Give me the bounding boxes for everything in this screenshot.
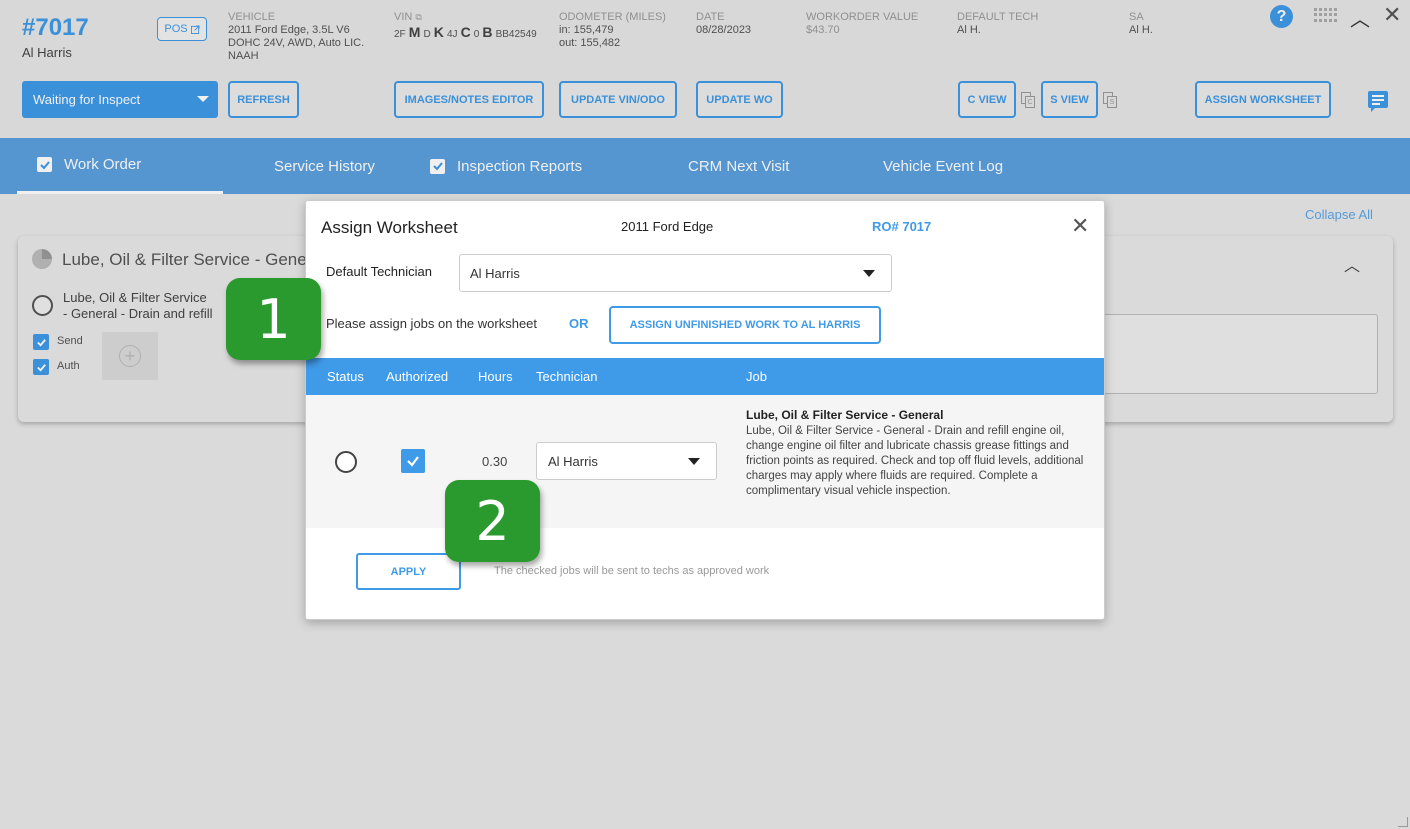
resize-grip-icon[interactable] bbox=[1398, 817, 1408, 827]
worksheet-table-header: Status Authorized Hours Technician Job bbox=[306, 358, 1104, 395]
job-title: Lube, Oil & Filter Service - General bbox=[746, 408, 944, 422]
column-header-technician: Technician bbox=[536, 369, 598, 384]
modal-vehicle: 2011 Ford Edge bbox=[621, 219, 714, 234]
authorized-checkbox[interactable] bbox=[401, 449, 425, 473]
column-header-status: Status bbox=[327, 369, 364, 384]
assign-unfinished-button[interactable]: ASSIGN UNFINISHED WORK TO AL HARRIS bbox=[609, 306, 881, 344]
status-radio[interactable] bbox=[335, 451, 357, 473]
job-description: Lube, Oil & Filter Service - General - D… bbox=[746, 425, 1084, 497]
default-technician-select[interactable]: Al Harris bbox=[459, 254, 892, 292]
technician-select[interactable]: Al Harris bbox=[536, 442, 717, 480]
default-technician-label: Default Technician bbox=[326, 264, 432, 279]
technician-value: Al Harris bbox=[548, 453, 598, 469]
close-icon[interactable]: ✕ bbox=[1071, 213, 1089, 239]
apply-note: The checked jobs will be sent to techs a… bbox=[494, 565, 770, 577]
modal-title: Assign Worksheet bbox=[321, 218, 458, 237]
column-header-job: Job bbox=[746, 369, 767, 384]
column-header-hours: Hours bbox=[478, 369, 513, 384]
chevron-down-icon bbox=[688, 458, 700, 465]
assign-worksheet-modal: Assign Worksheet 2011 Ford Edge RO# 7017… bbox=[305, 200, 1105, 620]
modal-ro-number[interactable]: RO# 7017 bbox=[872, 219, 931, 234]
callout-badge-2: 2 bbox=[445, 480, 540, 562]
callout-badge-1: 1 bbox=[226, 278, 321, 360]
column-header-authorized: Authorized bbox=[386, 369, 449, 384]
or-label: OR bbox=[569, 316, 589, 331]
assign-instructions: Please assign jobs on the worksheet bbox=[326, 316, 538, 331]
hours-value: 0.30 bbox=[482, 454, 508, 469]
chevron-down-icon bbox=[863, 270, 875, 277]
default-technician-value: Al Harris bbox=[470, 265, 520, 281]
apply-button[interactable]: APPLY bbox=[356, 553, 461, 590]
